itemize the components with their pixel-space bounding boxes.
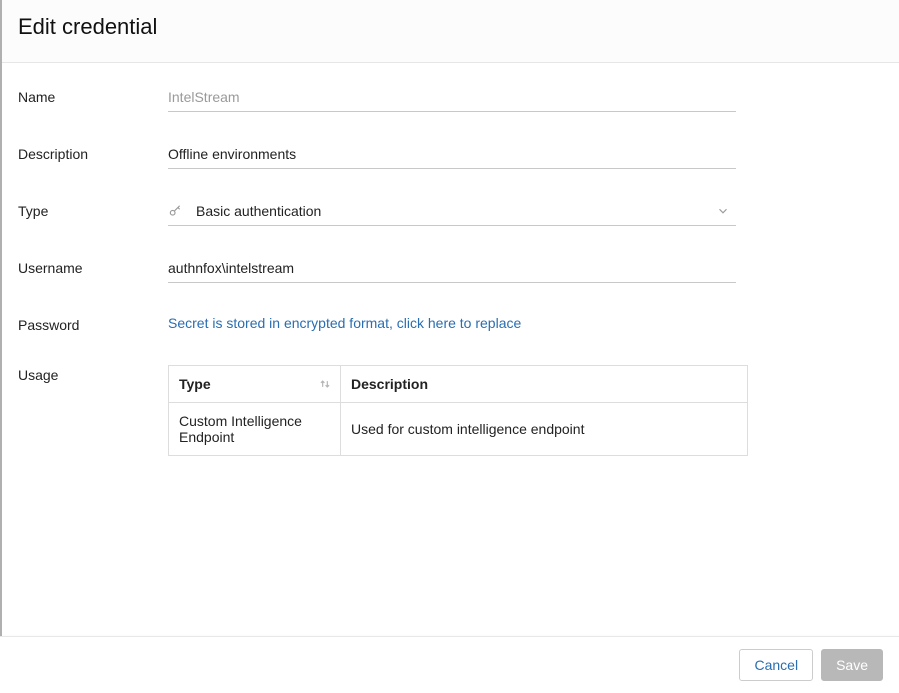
name-input[interactable] — [168, 87, 736, 112]
usage-th-type-label: Type — [179, 376, 211, 392]
row-password: Password Secret is stored in encrypted f… — [18, 315, 881, 333]
row-name: Name — [18, 87, 881, 112]
type-select[interactable]: Basic authentication — [168, 201, 736, 226]
cancel-button[interactable]: Cancel — [739, 649, 813, 681]
row-description: Description — [18, 144, 881, 169]
usage-th-description[interactable]: Description — [341, 366, 748, 403]
row-type: Type Basic authentication — [18, 201, 881, 226]
usage-cell-type: Custom Intelligence Endpoint — [169, 403, 341, 456]
replace-secret-link[interactable]: Secret is stored in encrypted format, cl… — [168, 315, 521, 331]
type-selected-text: Basic authentication — [196, 203, 716, 219]
sort-icon — [318, 377, 332, 391]
label-password: Password — [18, 315, 168, 333]
table-row: Custom Intelligence Endpoint Used for cu… — [169, 403, 748, 456]
form-content: Name Description Type Basic authenticati… — [0, 63, 899, 456]
key-icon — [168, 204, 182, 218]
label-name: Name — [18, 87, 168, 105]
save-button[interactable]: Save — [821, 649, 883, 681]
description-input[interactable] — [168, 144, 736, 169]
dialog-footer: Cancel Save — [0, 636, 899, 693]
label-username: Username — [18, 258, 168, 276]
usage-th-type[interactable]: Type — [169, 366, 341, 403]
dialog-header: Edit credential — [0, 0, 899, 63]
row-username: Username — [18, 258, 881, 283]
usage-cell-description: Used for custom intelligence endpoint — [341, 403, 748, 456]
usage-th-description-label: Description — [351, 376, 428, 392]
usage-table: Type Description Custom Intelli — [168, 365, 748, 456]
label-usage: Usage — [18, 365, 168, 383]
page-title: Edit credential — [18, 14, 881, 40]
chevron-down-icon — [716, 204, 730, 218]
row-usage: Usage Type Description — [18, 365, 881, 456]
label-description: Description — [18, 144, 168, 162]
label-type: Type — [18, 201, 168, 219]
left-edge-separator — [0, 0, 2, 693]
username-input[interactable] — [168, 258, 736, 283]
